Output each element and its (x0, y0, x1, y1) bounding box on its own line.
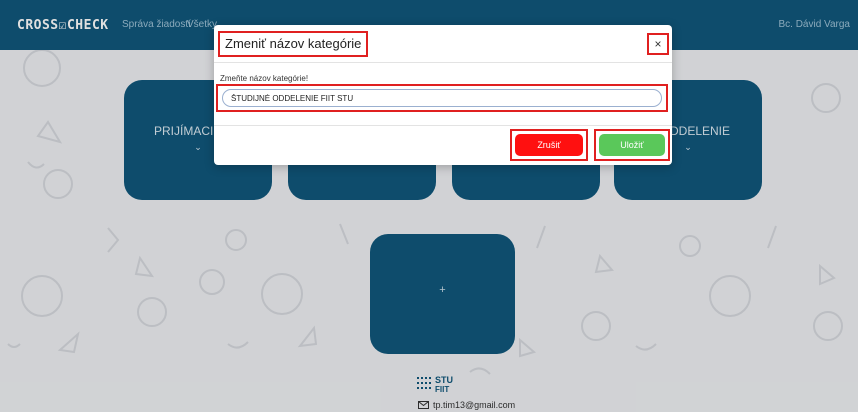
cancel-button[interactable]: Zrušiť (515, 134, 583, 156)
category-name-field-frame (216, 84, 668, 112)
save-button[interactable]: Uložiť (599, 134, 665, 156)
dialog-divider (214, 125, 672, 126)
rename-category-dialog: Zmeniť názov kategórie × Zmeňte názov ka… (214, 25, 672, 165)
category-name-input[interactable] (222, 89, 662, 107)
save-button-frame: Uložiť (594, 129, 670, 161)
dialog-header: Zmeniť názov kategórie × (214, 25, 672, 63)
category-name-label: Zmeňte názov kategórie! (220, 74, 309, 83)
dialog-title: Zmeniť názov kategórie (218, 31, 369, 57)
close-icon[interactable]: × (647, 33, 669, 55)
cancel-button-frame: Zrušiť (510, 129, 588, 161)
